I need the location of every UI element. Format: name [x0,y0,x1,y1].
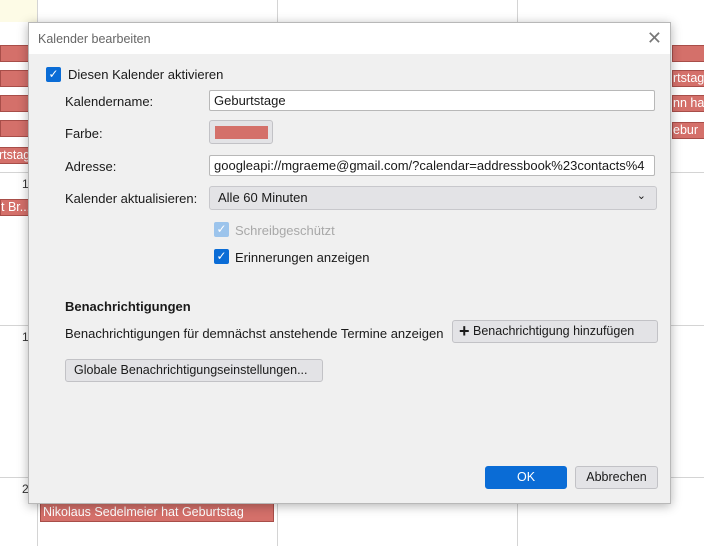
dialog-titlebar: Kalender bearbeiten ✕ [29,23,670,54]
add-notification-button[interactable]: + Benachrichtigung hinzufügen [452,320,658,343]
readonly-label: Schreibgeschützt [235,223,335,238]
ok-button[interactable]: OK [485,466,567,489]
plus-icon: + [459,321,470,341]
refresh-interval-value: Alle 60 Minuten [218,190,308,205]
readonly-checkbox[interactable]: ✓ [214,222,229,237]
show-reminders-checkbox[interactable]: ✓ [214,249,229,264]
enable-calendar-checkbox[interactable]: ✓ [46,67,61,82]
refresh-label: Kalender aktualisieren: [65,191,198,206]
address-label: Adresse: [65,159,117,174]
show-reminders-label: Erinnerungen anzeigen [235,250,370,265]
calendar-event[interactable]: t Br... [0,199,30,216]
close-icon[interactable]: ✕ [647,28,662,49]
calendar-event[interactable] [672,45,704,62]
calendar-event[interactable]: nn hat [672,95,704,112]
calendar-event[interactable]: ebur [672,122,704,139]
calendar-event[interactable] [0,95,30,112]
enable-calendar-label: Diesen Kalender aktivieren [68,67,224,82]
dialog-title: Kalender bearbeiten [38,32,151,46]
cancel-button[interactable]: Abbrechen [575,466,658,489]
chevron-down-icon: ⌄ [636,190,646,202]
global-notification-settings-button[interactable]: Globale Benachrichtigungseinstellungen..… [65,359,323,382]
color-picker-button[interactable] [209,120,273,144]
color-label: Farbe: [65,126,103,141]
calendar-event[interactable] [0,70,30,87]
refresh-interval-select[interactable]: Alle 60 Minuten ⌄ [209,186,657,210]
calendar-name-label: Kalendername: [65,94,154,109]
edit-calendar-dialog: Kalender bearbeiten ✕ ✓ Diesen Kalender … [28,22,671,504]
color-swatch [215,126,268,139]
notifications-heading: Benachrichtigungen [65,299,191,314]
notifications-description: Benachrichtigungen für demnächst anstehe… [65,326,444,341]
calendar-event[interactable] [0,45,30,62]
calendar-event[interactable]: Nikolaus Sedelmeier hat Geburtstag [40,503,274,522]
add-notification-label: Benachrichtigung hinzufügen [473,324,635,338]
calendar-event[interactable] [0,120,30,137]
address-input[interactable]: googleapi://mgraeme@gmail.com/?calendar=… [209,155,655,176]
today-cell [0,0,37,22]
calendar-event[interactable]: rtstag [0,147,30,164]
calendar-event[interactable]: rtstag [672,70,704,87]
calendar-name-input[interactable]: Geburtstage [209,90,655,111]
